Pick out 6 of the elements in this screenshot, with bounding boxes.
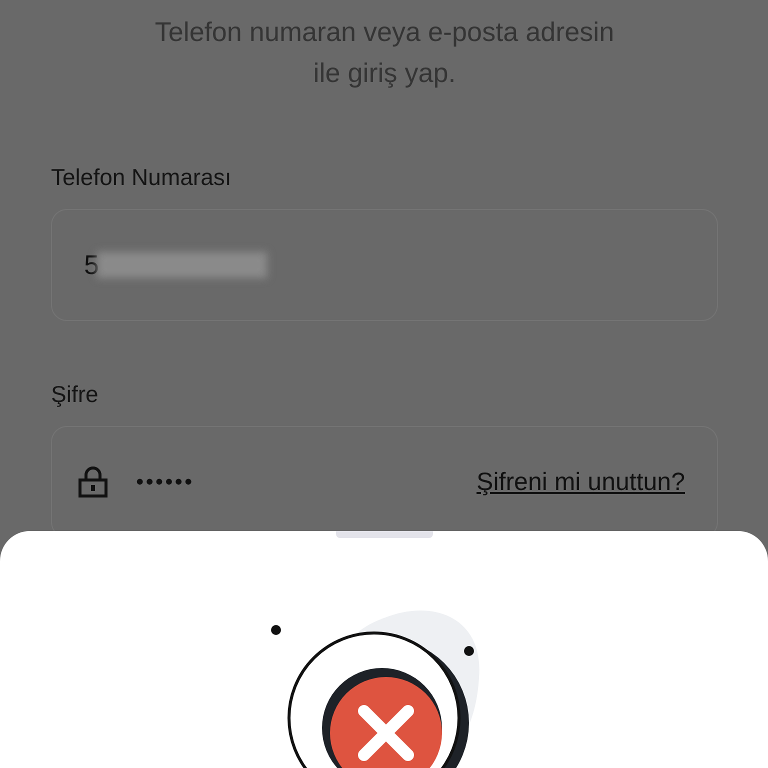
lock-icon bbox=[78, 466, 108, 498]
forgot-password-link[interactable]: Şifreni mi unuttun? bbox=[476, 468, 685, 496]
field-label: Şifre bbox=[51, 381, 100, 408]
field-label: Telefon Numarası bbox=[51, 164, 232, 191]
phone-field[interactable]: 5 bbox=[51, 209, 718, 321]
sheet-handle[interactable] bbox=[336, 531, 432, 538]
